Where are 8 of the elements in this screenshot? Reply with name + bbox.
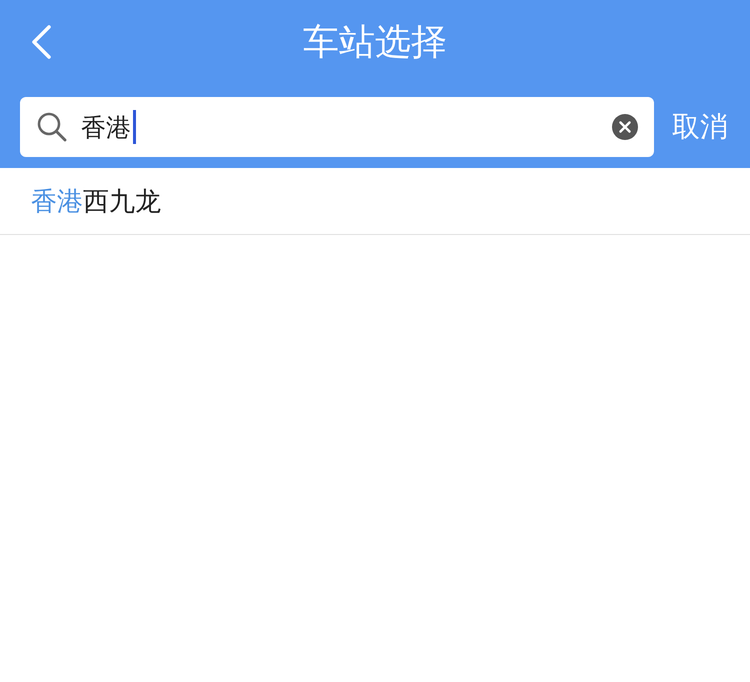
text-cursor	[133, 110, 136, 144]
page-title: 车站选择	[303, 21, 447, 65]
station-result[interactable]: 香港西九龙	[31, 184, 161, 218]
search-icon	[37, 112, 67, 142]
back-icon[interactable]	[30, 24, 52, 60]
search-text: 香港	[81, 112, 131, 144]
search-field[interactable]: 香港	[20, 97, 654, 157]
clear-icon[interactable]	[612, 114, 638, 140]
